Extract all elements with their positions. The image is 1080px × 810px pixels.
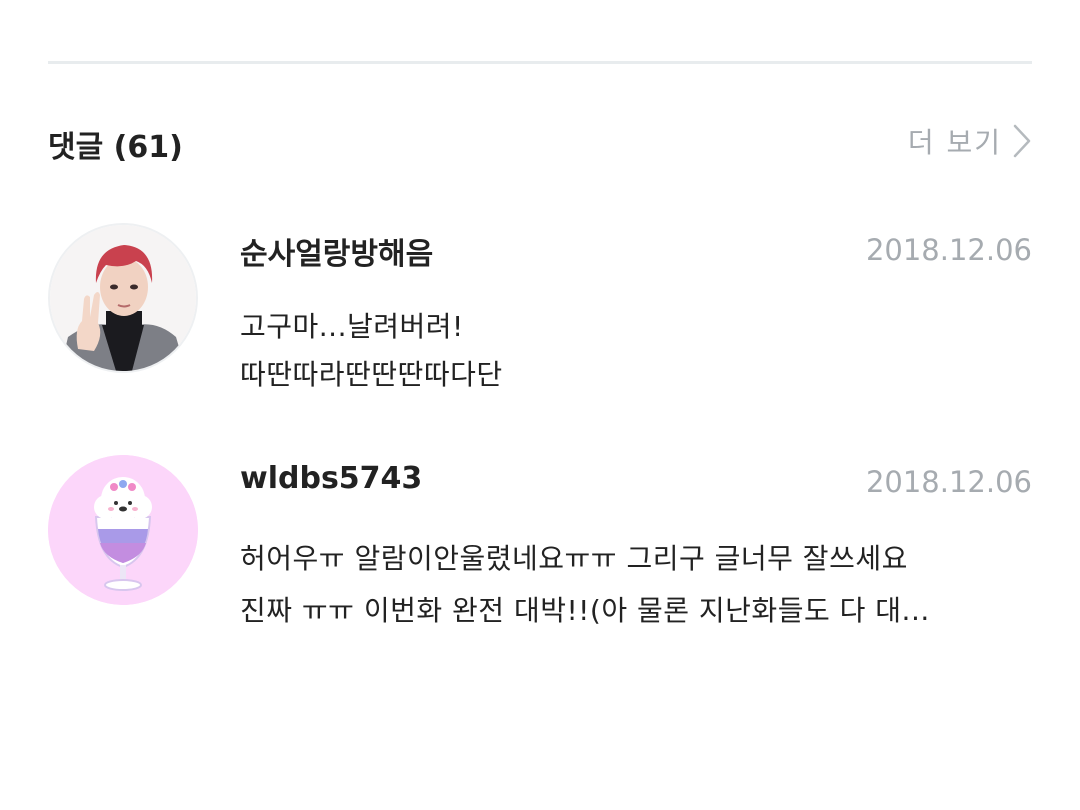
avatar[interactable] <box>48 455 198 605</box>
comment-text-line: 고구마...날려버려! <box>240 310 464 343</box>
comment-item: wldbs5743 2018.12.06 허어우ㅠ 알람이안울렸네요ㅠㅠ 그리구… <box>48 455 1032 627</box>
avatar-photo-icon <box>50 225 196 371</box>
comments-screen: 댓글 (61) 더 보기 순사얼랑방해음 2018.12.06 고구마...날려… <box>0 0 1080 810</box>
comment-text-line: 따딴따라딴딴딴따다단 <box>240 358 503 391</box>
comment-author[interactable]: wldbs5743 <box>240 461 422 496</box>
avatar[interactable] <box>48 223 198 373</box>
more-comments-label[interactable]: 더 보기 <box>908 121 1002 161</box>
comment-author[interactable]: 순사얼랑방해음 <box>240 229 433 273</box>
more-comments-link[interactable]: 더 보기 <box>908 118 1032 164</box>
chevron-right-icon[interactable] <box>1012 123 1032 159</box>
avatar-illustration-icon <box>48 455 198 605</box>
comments-title: 댓글 (61) <box>48 130 183 165</box>
comment-date: 2018.12.06 <box>865 233 1032 267</box>
comment-item: 순사얼랑방해음 2018.12.06 고구마...날려버려! 따딴따라딴딴딴따다… <box>48 223 1032 391</box>
comments-header: 댓글 (61) 더 보기 <box>48 118 1032 165</box>
comment-text-line: 진짜 ㅠㅠ 이번화 완전 대박!!(아 물론 지난화들도 다 대... <box>240 594 930 627</box>
top-divider <box>48 61 1032 64</box>
comment-date: 2018.12.06 <box>865 465 1032 499</box>
comment-text-line: 허어우ㅠ 알람이안울렸네요ㅠㅠ 그리구 글너무 잘쓰세요 <box>240 542 908 575</box>
